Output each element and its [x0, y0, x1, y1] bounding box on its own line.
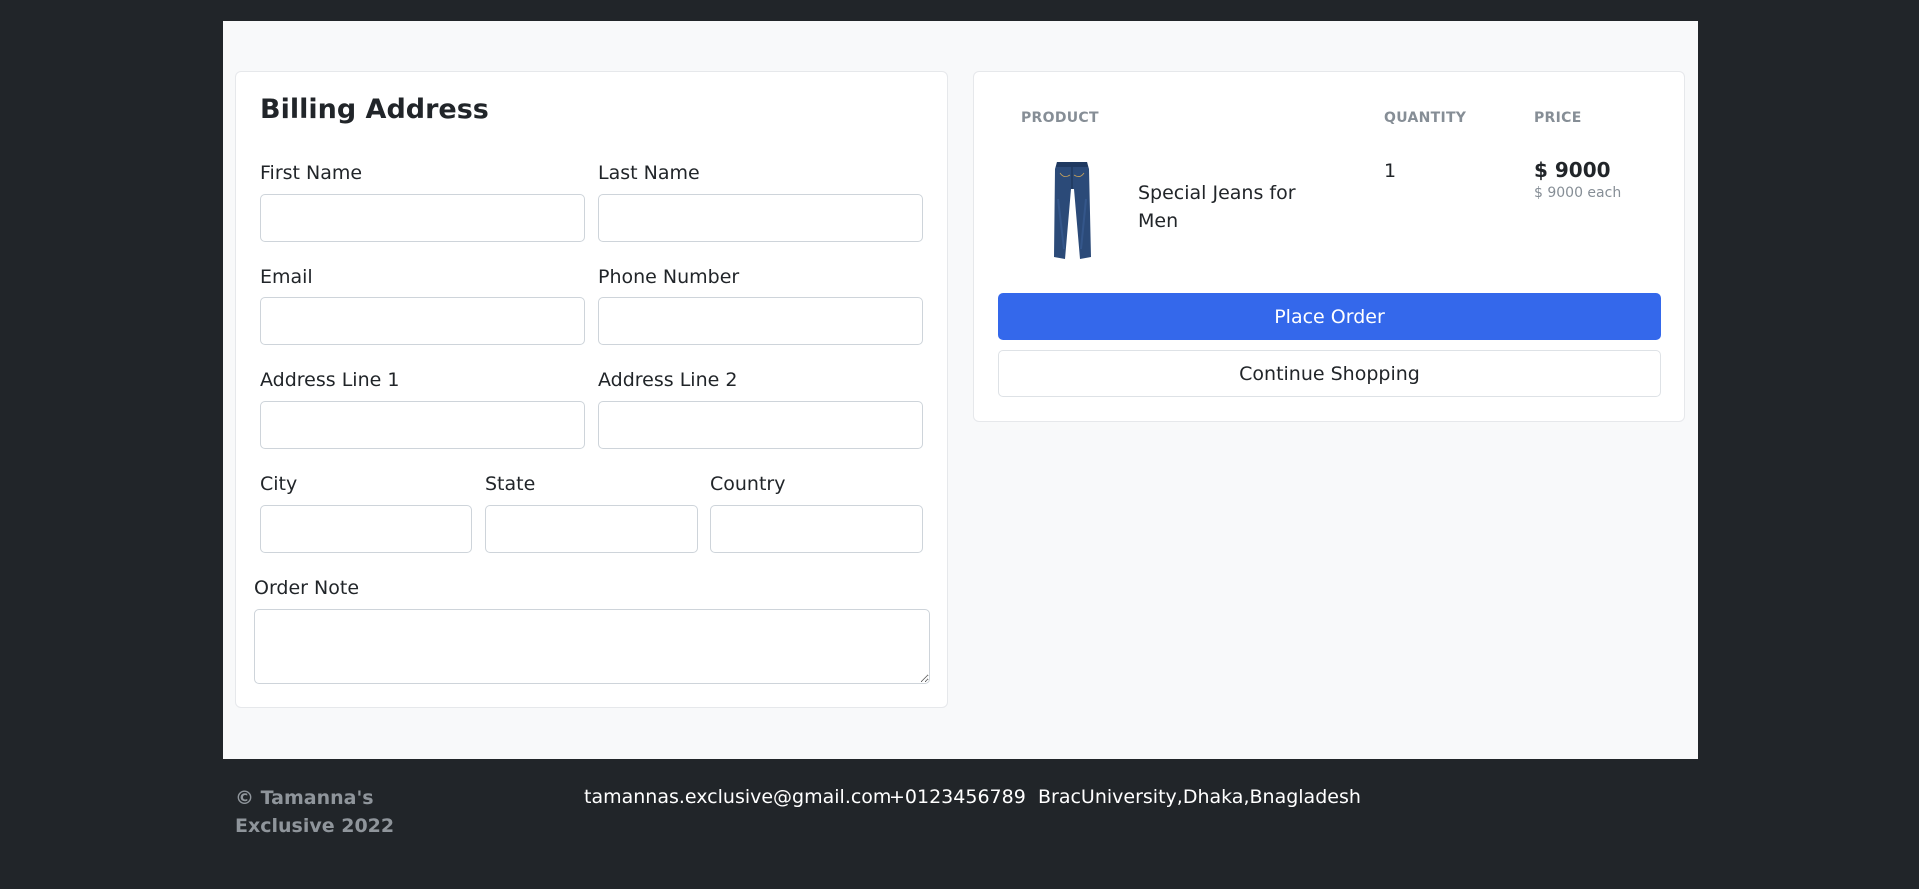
country-label: Country — [710, 473, 786, 495]
product-quantity: 1 — [1384, 160, 1397, 182]
first-name-input[interactable] — [260, 194, 585, 242]
last-name-input[interactable] — [598, 194, 923, 242]
continue-shopping-button[interactable]: Continue Shopping — [998, 350, 1661, 397]
jeans-icon — [1054, 162, 1091, 259]
price-column-header: PRICE — [1534, 110, 1582, 126]
footer-copyright: © Tamanna's Exclusive 2022 — [235, 787, 395, 837]
product-column-header: PRODUCT — [1021, 110, 1099, 126]
email-label: Email — [260, 266, 313, 288]
address-line-2-label: Address Line 2 — [598, 369, 738, 391]
phone-input[interactable] — [598, 297, 923, 345]
footer-phone[interactable]: +0123456789 — [889, 786, 1026, 808]
city-label: City — [260, 473, 298, 495]
city-input[interactable] — [260, 505, 472, 553]
state-input[interactable] — [485, 505, 698, 553]
order-note-label: Order Note — [254, 577, 360, 599]
product-price: $ 9000 — [1534, 158, 1611, 182]
footer-email[interactable]: tamannas.exclusive@gmail.com — [584, 786, 891, 808]
footer-address: BracUniversity,Dhaka,Bnagladesh — [1038, 786, 1361, 808]
product-price-each: $ 9000 each — [1534, 185, 1622, 201]
state-label: State — [485, 473, 536, 495]
address-line-2-input[interactable] — [598, 401, 923, 449]
phone-label: Phone Number — [598, 266, 740, 288]
last-name-label: Last Name — [598, 162, 700, 184]
main-content: Billing Address First Name Last Name Ema… — [223, 21, 1698, 759]
order-summary-card: PRODUCT QUANTITY PRICE Special Jeans for… — [973, 71, 1685, 422]
billing-address-card: Billing Address First Name Last Name Ema… — [235, 71, 948, 708]
country-input[interactable] — [710, 505, 923, 553]
first-name-label: First Name — [260, 162, 363, 184]
quantity-column-header: QUANTITY — [1384, 110, 1467, 126]
email-input[interactable] — [260, 297, 585, 345]
place-order-button[interactable]: Place Order — [998, 293, 1661, 340]
billing-title: Billing Address — [260, 94, 489, 125]
address-line-1-input[interactable] — [260, 401, 585, 449]
order-note-textarea[interactable] — [254, 609, 930, 684]
address-line-1-label: Address Line 1 — [260, 369, 400, 391]
product-name: Special Jeans for Men — [1138, 182, 1296, 232]
